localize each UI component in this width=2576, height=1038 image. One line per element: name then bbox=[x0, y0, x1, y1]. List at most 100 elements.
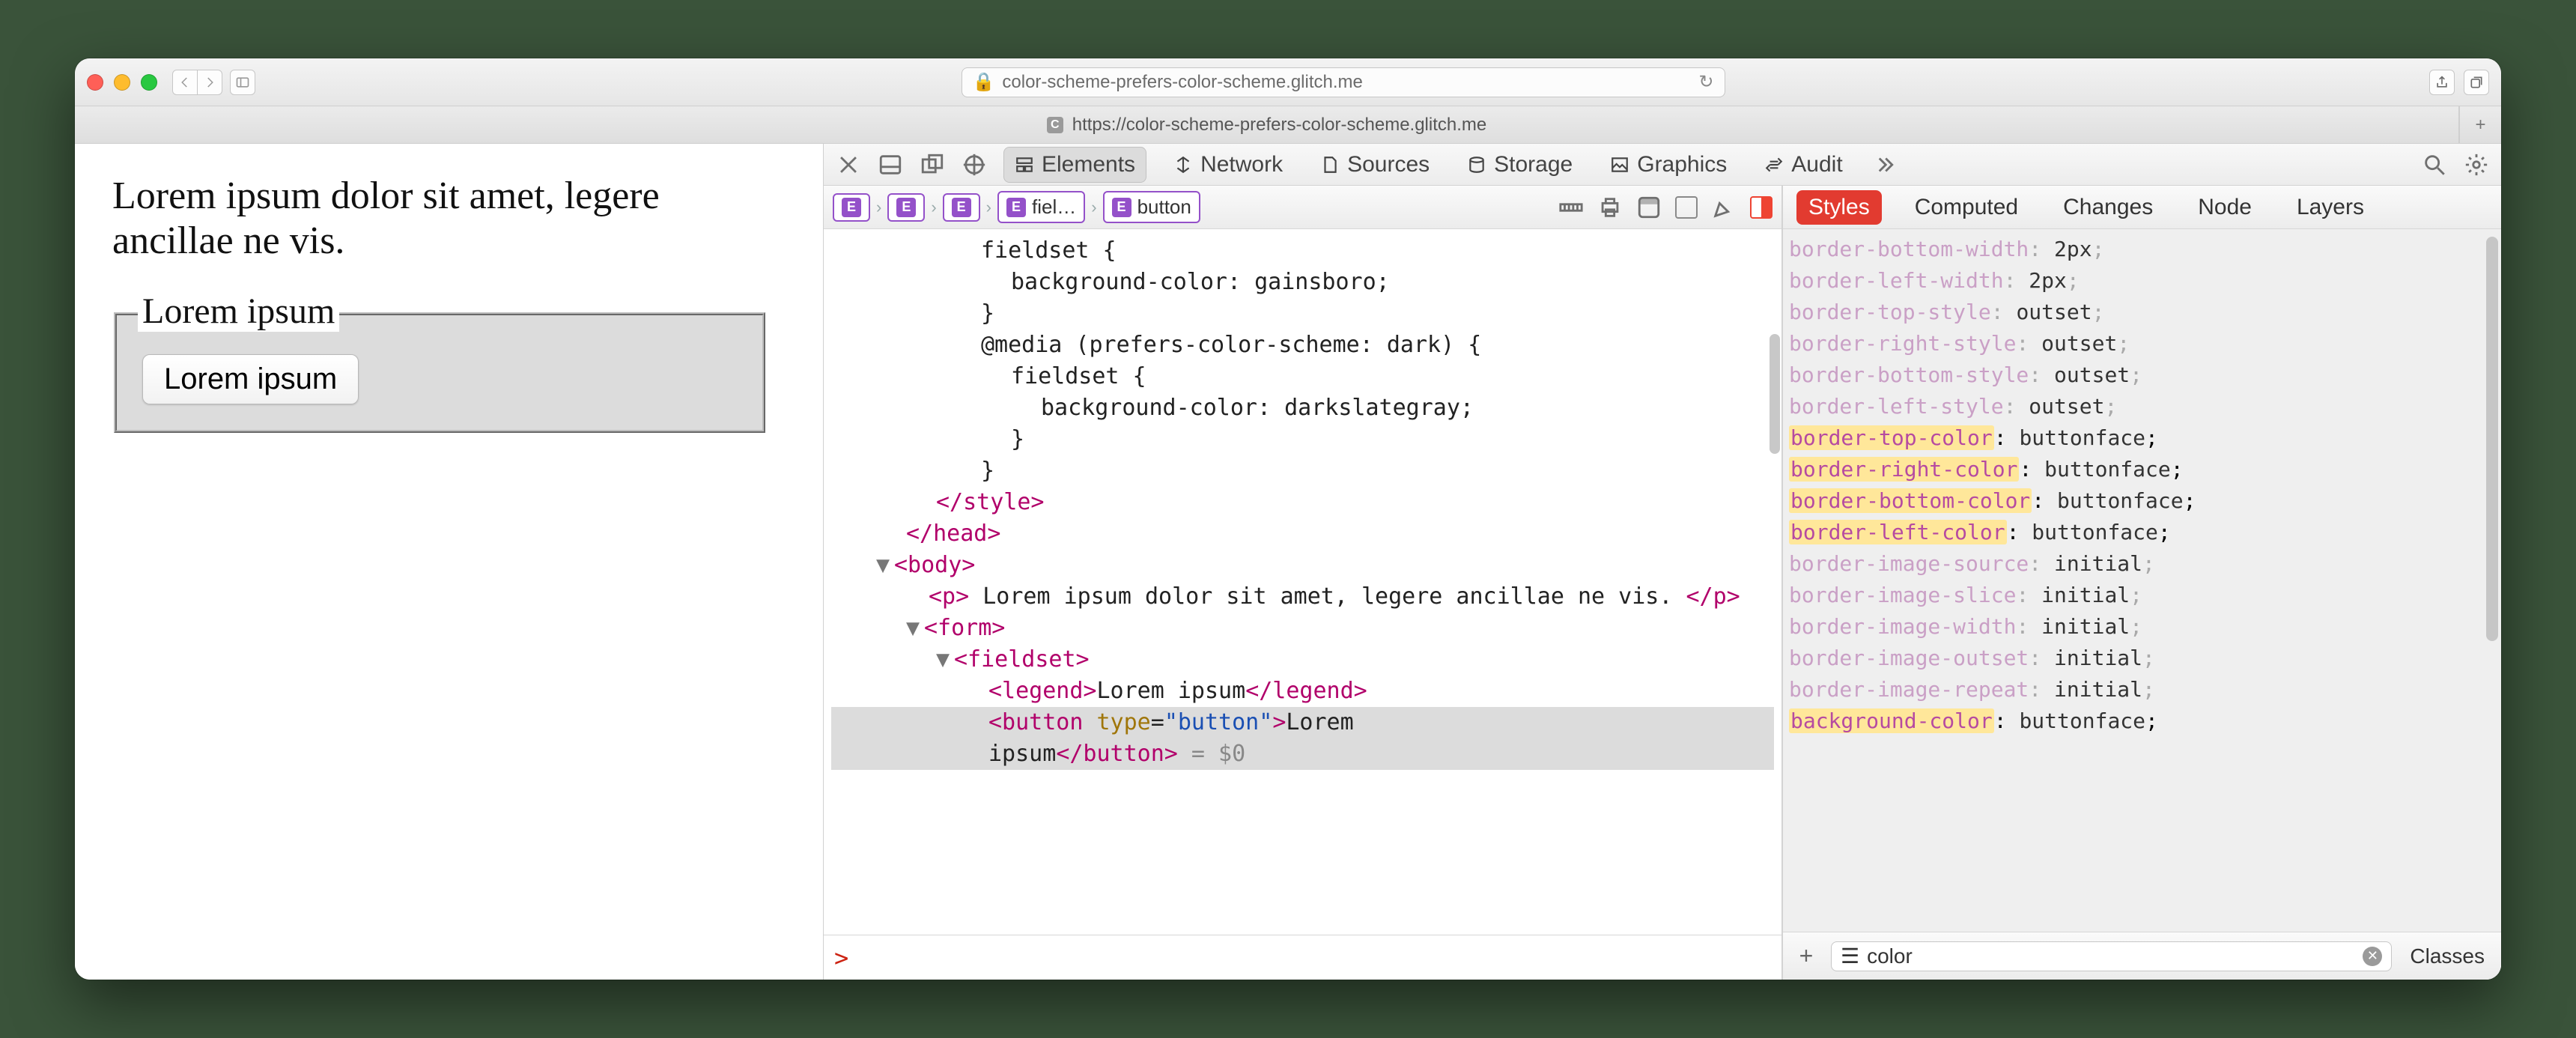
address-bar[interactable]: 🔒 color-scheme-prefers-color-scheme.glit… bbox=[962, 67, 1725, 97]
rule-property: border-left-style bbox=[1789, 394, 2004, 419]
clear-filter-button[interactable]: ✕ bbox=[2363, 947, 2382, 966]
rule-property: border-image-width bbox=[1789, 614, 2016, 639]
new-tab-button[interactable]: + bbox=[2459, 106, 2501, 143]
tab-graphics[interactable]: Graphics bbox=[1600, 148, 1737, 182]
rule-value: initial bbox=[2054, 677, 2142, 702]
overflow-icon[interactable] bbox=[1870, 152, 1895, 177]
scrollbar-thumb[interactable] bbox=[1770, 334, 1780, 454]
forward-button[interactable] bbox=[197, 70, 222, 95]
tab-styles[interactable]: Styles bbox=[1796, 190, 1882, 225]
style-rule[interactable]: border-image-slice: initial; bbox=[1789, 580, 2495, 611]
style-rule[interactable]: border-image-outset: initial; bbox=[1789, 643, 2495, 674]
tab-sources[interactable]: Sources bbox=[1310, 148, 1440, 182]
style-rule[interactable]: border-right-color: buttonface; bbox=[1789, 454, 2495, 485]
scrollbar-thumb[interactable] bbox=[2486, 237, 2498, 641]
rule-value: outset bbox=[2041, 331, 2117, 356]
tab-elements-label: Elements bbox=[1042, 152, 1135, 177]
style-rules-list[interactable]: border-bottom-width: 2px;border-left-wid… bbox=[1783, 229, 2501, 932]
tabs-button[interactable] bbox=[2464, 70, 2489, 95]
share-button[interactable] bbox=[2429, 70, 2455, 95]
tab-computed[interactable]: Computed bbox=[1903, 190, 2030, 225]
window-controls bbox=[87, 74, 157, 91]
disclosure-triangle-icon[interactable]: ▼ bbox=[936, 644, 954, 676]
dock-popout-icon[interactable] bbox=[920, 152, 945, 177]
filter-input[interactable]: ☰ color ✕ bbox=[1831, 941, 2392, 971]
style-rule[interactable]: border-left-style: outset; bbox=[1789, 391, 2495, 422]
console-prompt[interactable]: > bbox=[824, 935, 1781, 980]
reload-icon[interactable]: ↻ bbox=[1698, 71, 1713, 93]
disclosure-triangle-icon[interactable]: ▼ bbox=[876, 550, 894, 581]
close-window-button[interactable] bbox=[87, 74, 103, 91]
page-legend: Lorem ipsum bbox=[138, 291, 339, 332]
tab-layers[interactable]: Layers bbox=[2285, 190, 2376, 225]
rule-value: buttonface bbox=[2019, 708, 2145, 733]
style-rule[interactable]: border-bottom-style: outset; bbox=[1789, 359, 2495, 391]
crumb-fieldset[interactable]: Efiel… bbox=[997, 191, 1085, 223]
tab-sources-label: Sources bbox=[1347, 152, 1430, 177]
tab-storage[interactable]: Storage bbox=[1456, 148, 1583, 182]
crumb-button[interactable]: Ebutton bbox=[1103, 191, 1200, 223]
style-rule[interactable]: border-image-source: initial; bbox=[1789, 548, 2495, 580]
print-styles-icon[interactable] bbox=[1597, 195, 1623, 220]
style-rule[interactable]: border-left-color: buttonface; bbox=[1789, 517, 2495, 548]
page-viewport: Lorem ipsum dolor sit amet, legere ancil… bbox=[75, 144, 824, 980]
style-rule[interactable]: border-right-style: outset; bbox=[1789, 328, 2495, 359]
rule-property: border-right-color bbox=[1789, 457, 2019, 482]
paint-icon[interactable] bbox=[1711, 195, 1737, 220]
rule-value: buttonface bbox=[2044, 457, 2171, 482]
devtools: Elements Network Sources Storage bbox=[824, 144, 2501, 980]
tab-changes[interactable]: Changes bbox=[2051, 190, 2165, 225]
rulers-icon[interactable] bbox=[1558, 195, 1584, 220]
rule-property: border-bottom-color bbox=[1789, 488, 2032, 513]
tab-node[interactable]: Node bbox=[2186, 190, 2264, 225]
crumb-3[interactable]: E bbox=[943, 193, 980, 222]
rule-value: initial bbox=[2041, 583, 2130, 607]
classes-button[interactable]: Classes bbox=[2404, 944, 2491, 968]
dock-bottom-icon[interactable] bbox=[878, 152, 903, 177]
rule-property: border-left-width bbox=[1789, 268, 2004, 293]
browser-window: 🔒 color-scheme-prefers-color-scheme.glit… bbox=[75, 58, 2501, 980]
tab-audit[interactable]: Audit bbox=[1754, 148, 1853, 182]
compositing-icon[interactable] bbox=[1675, 196, 1698, 219]
fullscreen-window-button[interactable] bbox=[141, 74, 157, 91]
style-rule[interactable]: border-image-repeat: initial; bbox=[1789, 674, 2495, 705]
new-rule-button[interactable]: + bbox=[1793, 944, 1819, 969]
pick-element-icon[interactable] bbox=[962, 152, 987, 177]
search-icon[interactable] bbox=[2422, 152, 2447, 177]
chevron-right-icon: › bbox=[1091, 198, 1096, 217]
dom-tree[interactable]: fieldset { background-color: gainsboro; … bbox=[824, 229, 1781, 935]
style-rule[interactable]: background-color: buttonface; bbox=[1789, 705, 2495, 737]
disclosure-triangle-icon[interactable]: ▼ bbox=[906, 613, 924, 644]
close-devtools-icon[interactable] bbox=[836, 152, 861, 177]
style-rule[interactable]: border-bottom-width: 2px; bbox=[1789, 234, 2495, 265]
crumb-2[interactable]: E bbox=[887, 193, 925, 222]
rule-property: border-image-repeat bbox=[1789, 677, 2029, 702]
gear-icon[interactable] bbox=[2464, 152, 2489, 177]
rule-value: initial bbox=[2054, 646, 2142, 670]
tab-network[interactable]: Network bbox=[1163, 148, 1293, 182]
selected-dom-node[interactable]: <button type="button">Lorem bbox=[831, 707, 1774, 738]
style-rule[interactable]: border-left-width: 2px; bbox=[1789, 265, 2495, 297]
style-rule[interactable]: border-image-width: initial; bbox=[1789, 611, 2495, 643]
chevron-right-icon: › bbox=[986, 198, 991, 217]
style-rule[interactable]: border-top-color: buttonface; bbox=[1789, 422, 2495, 454]
rule-property: border-bottom-width bbox=[1789, 237, 2029, 261]
page-paragraph: Lorem ipsum dolor sit amet, legere ancil… bbox=[112, 174, 786, 264]
rule-property: border-left-color bbox=[1789, 520, 2007, 544]
layout-overlay-icon[interactable] bbox=[1750, 196, 1772, 219]
style-rule[interactable]: border-top-style: outset; bbox=[1789, 297, 2495, 328]
minimize-window-button[interactable] bbox=[114, 74, 130, 91]
browser-tab[interactable]: C https://color-scheme-prefers-color-sch… bbox=[75, 106, 2459, 143]
chevron-right-icon: › bbox=[876, 198, 881, 217]
crumb-1[interactable]: E bbox=[833, 193, 870, 222]
page-button[interactable]: Lorem ipsum bbox=[142, 354, 359, 404]
style-rule[interactable]: border-bottom-color: buttonface; bbox=[1789, 485, 2495, 517]
rule-value: outset bbox=[2016, 300, 2092, 324]
color-scheme-icon[interactable] bbox=[1636, 195, 1662, 220]
sidebar-toggle-button[interactable] bbox=[230, 70, 255, 95]
rule-property: border-right-style bbox=[1789, 331, 2016, 356]
rule-value: initial bbox=[2041, 614, 2130, 639]
tab-elements[interactable]: Elements bbox=[1003, 147, 1146, 183]
tab-audit-label: Audit bbox=[1791, 152, 1842, 177]
back-button[interactable] bbox=[172, 70, 198, 95]
